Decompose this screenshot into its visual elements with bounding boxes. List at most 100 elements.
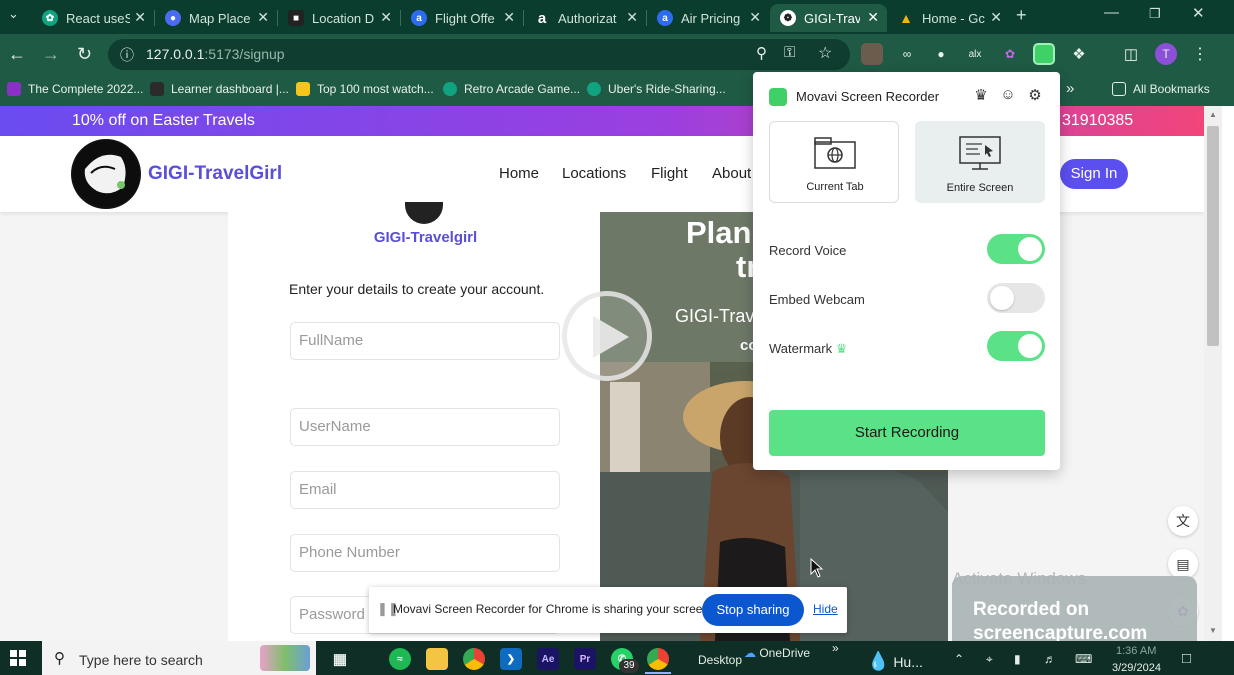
file-explorer-icon[interactable] [426, 648, 448, 670]
tray-chevron-icon[interactable]: ⌃ [954, 652, 964, 666]
keyboard-icon[interactable]: ⌨ [1075, 652, 1092, 666]
tab-map-place[interactable]: ● Map Place ✕ [155, 4, 277, 32]
close-icon[interactable]: ✕ [990, 9, 1002, 26]
site-info-icon[interactable]: ⓘ [120, 45, 134, 65]
record-voice-label: Record Voice [769, 243, 847, 258]
back-icon[interactable]: ← [8, 44, 26, 65]
close-icon[interactable]: ✕ [134, 9, 146, 26]
onedrive-toolbar[interactable]: ☁ OneDrive [744, 646, 810, 660]
reader-book-icon[interactable]: ▤ [1168, 549, 1198, 579]
extensions-puzzle-icon[interactable]: ❖ [1068, 43, 1090, 65]
new-tab-icon[interactable]: + [1016, 5, 1027, 26]
settings-gear-icon[interactable]: ⚙ [1025, 86, 1045, 106]
address-bar[interactable]: ⓘ 127.0.0.1:5173/signup ⚲ ⚿ ☆ [108, 39, 850, 70]
translate-icon[interactable]: 文 [1168, 506, 1198, 536]
clock-date[interactable]: 3/29/2024 [1112, 662, 1161, 674]
fullname-field[interactable]: FullName [290, 322, 560, 360]
watermark-toggle[interactable] [987, 331, 1045, 361]
sign-in-button[interactable]: Sign In [1060, 159, 1128, 189]
scroll-up-icon[interactable]: ▲ [1209, 110, 1217, 119]
windows-start-icon[interactable] [10, 650, 26, 666]
bookmark-item[interactable]: Retro Arcade Game... [443, 82, 580, 96]
bookmark-star-icon[interactable]: ☆ [818, 43, 832, 63]
account-icon[interactable]: ☺ [998, 86, 1018, 106]
volume-icon[interactable]: ♬ [1044, 652, 1056, 666]
forward-icon[interactable]: → [42, 44, 60, 65]
close-icon[interactable]: ✕ [749, 9, 761, 26]
desktop-toolbar[interactable]: Desktop [698, 653, 742, 667]
scroll-thumb[interactable] [1207, 126, 1219, 346]
bookmark-label: Retro Arcade Game... [464, 82, 581, 96]
tab-authorization[interactable]: a Authorizat ✕ [524, 4, 646, 32]
nav-about[interactable]: About [712, 165, 751, 182]
url-text[interactable]: 127.0.0.1:5173/signup [146, 46, 285, 62]
battery-icon[interactable]: ▮ [1014, 652, 1021, 666]
close-icon[interactable]: ✕ [867, 9, 879, 26]
network-icon[interactable]: ⌖ [986, 652, 993, 667]
nav-flight[interactable]: Flight [651, 165, 688, 182]
extension-avatar-icon[interactable] [861, 43, 883, 65]
crown-icon[interactable]: ♛ [971, 86, 991, 106]
toolbar-overflow-icon[interactable]: » [832, 641, 839, 655]
mode-entire-screen[interactable]: Entire Screen [915, 121, 1045, 203]
task-view-icon[interactable]: ▦ [329, 648, 351, 670]
location-icon[interactable]: ⚲ [756, 44, 767, 62]
tab-search-icon[interactable]: ⌄ [8, 6, 19, 22]
close-icon[interactable]: ✕ [380, 9, 392, 26]
minimize-icon[interactable]: — [1104, 4, 1119, 21]
tab-react[interactable]: ✿ React useS ✕ [32, 4, 154, 32]
mode-current-tab[interactable]: Current Tab [769, 121, 899, 203]
clock-time[interactable]: 1:36 AM [1116, 645, 1156, 657]
bookmark-overflow-icon[interactable]: » [1066, 80, 1074, 97]
close-icon[interactable]: ✕ [503, 9, 515, 26]
close-window-icon[interactable]: ✕ [1192, 4, 1205, 22]
play-overlay-icon[interactable] [562, 291, 652, 381]
start-recording-button[interactable]: Start Recording [769, 410, 1045, 456]
site-logo[interactable] [71, 139, 141, 209]
taskbar-search-input[interactable]: ⚲ Type here to search [42, 641, 316, 675]
close-icon[interactable]: ✕ [257, 9, 269, 26]
spotify-icon[interactable]: ≈ [389, 648, 411, 670]
bookmark-item[interactable]: Learner dashboard |... [150, 82, 289, 96]
tab-home-drive[interactable]: ▲ Home - Gc ✕ [888, 4, 1010, 32]
tab-flight-offers[interactable]: a Flight Offe ✕ [401, 4, 523, 32]
movavi-extension-icon[interactable] [1033, 43, 1055, 65]
notifications-icon[interactable]: □ [1182, 650, 1191, 667]
reload-icon[interactable]: ↻ [77, 44, 92, 65]
password-key-icon[interactable]: ⚿ [784, 44, 795, 61]
extension-cup-icon[interactable]: ● [930, 43, 952, 65]
stop-sharing-button[interactable]: Stop sharing [702, 594, 804, 626]
bookmark-item[interactable]: Uber's Ride-Sharing... [587, 82, 726, 96]
chrome-icon[interactable] [463, 648, 485, 670]
tab-gigi-travel[interactable]: ❁ GIGI-Trave ✕ [770, 4, 887, 32]
extension-alx-icon[interactable]: alx [964, 43, 986, 65]
vscode-icon[interactable]: ❯ [500, 648, 522, 670]
phone-field[interactable]: Phone Number [290, 534, 560, 572]
tab-air-pricing[interactable]: a Air Pricing ✕ [647, 4, 769, 32]
side-panel-icon[interactable]: ◫ [1120, 43, 1142, 65]
restore-icon[interactable]: ❐ [1149, 6, 1161, 22]
menu-kebab-icon[interactable]: ⋮ [1189, 43, 1211, 65]
nav-locations[interactable]: Locations [562, 165, 626, 182]
embed-webcam-toggle[interactable] [987, 283, 1045, 313]
email-field[interactable]: Email [290, 471, 560, 509]
weather-widget[interactable]: 💧 Hu... [867, 651, 923, 672]
profile-avatar[interactable]: T [1155, 43, 1177, 65]
username-field[interactable]: UserName [290, 408, 560, 446]
hide-link[interactable]: Hide [813, 602, 838, 616]
page-scrollbar[interactable]: ▲ ▼ [1204, 106, 1222, 641]
extension-brain-icon[interactable]: ✿ [999, 43, 1021, 65]
record-voice-toggle[interactable] [987, 234, 1045, 264]
tab-location[interactable]: ■ Location D ✕ [278, 4, 400, 32]
nav-home[interactable]: Home [499, 165, 539, 182]
extension-signal-icon[interactable]: ∞ [896, 43, 918, 65]
chrome-active-icon[interactable] [647, 648, 669, 670]
close-icon[interactable]: ✕ [626, 9, 638, 26]
all-bookmarks[interactable]: All Bookmarks [1112, 82, 1210, 96]
scroll-down-icon[interactable]: ▼ [1209, 626, 1217, 635]
premiere-icon[interactable]: Pr [574, 648, 596, 670]
site-brand[interactable]: GIGI-TravelGirl [148, 163, 282, 185]
bookmark-item[interactable]: Top 100 most watch... [296, 82, 434, 96]
bookmark-item[interactable]: The Complete 2022... [7, 82, 143, 96]
after-effects-icon[interactable]: Ae [537, 648, 559, 670]
